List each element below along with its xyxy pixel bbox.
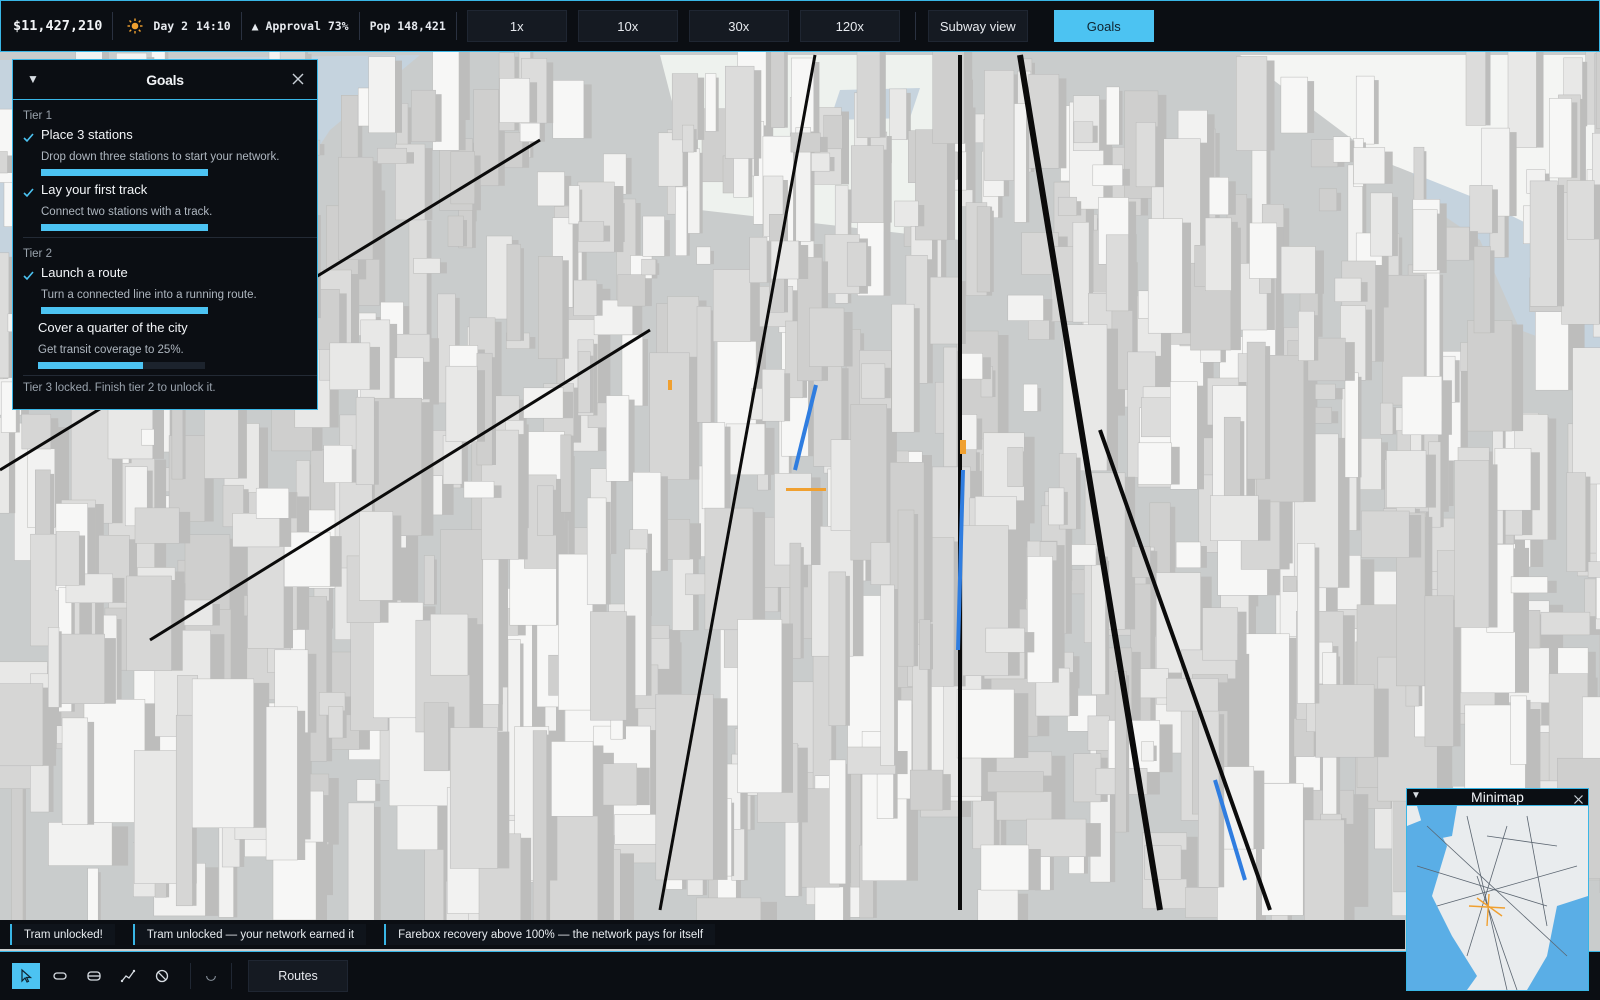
minimap-map[interactable] (1407, 806, 1588, 991)
check-icon (23, 130, 34, 143)
cursor-icon (21, 968, 33, 983)
goal-progress-fill (41, 224, 208, 231)
goal-progress-bar (41, 224, 208, 231)
subway-view-button[interactable]: Subway view (927, 10, 1028, 42)
tier-divider (23, 375, 317, 376)
speed-10x-button[interactable]: 10x (577, 10, 678, 42)
goal-title: Launch a route (41, 265, 128, 280)
notification-toast[interactable]: Farebox recovery above 100% — the networ… (384, 924, 716, 945)
goal-item: Place 3 stations Drop down three station… (23, 127, 307, 176)
depot-tool-button[interactable] (80, 963, 108, 989)
collapse-triangle-icon[interactable]: ▼ (1411, 790, 1421, 801)
check-icon (23, 268, 34, 281)
goal-progress-fill (41, 169, 208, 176)
goals-button[interactable]: Goals (1053, 10, 1154, 42)
station-icon (53, 972, 67, 980)
goal-title: Place 3 stations (41, 127, 133, 142)
tier-label: Tier 1 (23, 110, 52, 122)
speed-1x-button[interactable]: 1x (466, 10, 567, 42)
tier-label: Tier 2 (23, 248, 52, 260)
goal-progress-bar (38, 362, 205, 369)
goal-title: Lay your first track (41, 182, 148, 197)
goal-progress-fill (41, 307, 208, 314)
top-bar: $11,427,210 Day 2 14:10 ▲ Approval 73% P… (0, 0, 1600, 52)
bottom-toolbar: Routes (0, 951, 1600, 1000)
minimap-header: ▼ Minimap (1407, 789, 1588, 806)
top-bar-divider (240, 12, 242, 40)
goal-title: Cover a quarter of the city (38, 320, 188, 335)
loading-spinner-icon (197, 963, 225, 989)
tier-divider (23, 237, 317, 238)
top-bar-divider (455, 12, 457, 40)
track-tool-button[interactable] (114, 963, 142, 989)
money-display: $11,427,210 (13, 18, 103, 34)
depot-icon (87, 971, 101, 981)
close-icon[interactable] (291, 72, 305, 86)
population-display: Pop 148,421 (369, 19, 446, 33)
goal-item: Lay your first track Connect two station… (23, 182, 307, 231)
approval-display: ▲ Approval 73% (251, 19, 349, 33)
speed-120x-button[interactable]: 120x (799, 10, 900, 42)
routes-button[interactable]: Routes (248, 960, 348, 992)
goal-item: Launch a route Turn a connected line int… (23, 265, 307, 314)
minimap-title: Minimap (1471, 789, 1524, 805)
notification-toast[interactable]: Tram unlocked! (10, 924, 115, 945)
clock-display: 14:10 (196, 19, 231, 33)
demolish-tool-button[interactable] (148, 963, 176, 989)
goal-progress-bar (41, 307, 208, 314)
goals-panel: ▼ Goals Tier 1 Place 3 stations Drop dow… (12, 59, 318, 410)
goal-item: Cover a quarter of the city Get transit … (23, 320, 307, 369)
station-tool-button[interactable] (46, 963, 74, 989)
goal-description: Turn a connected line into a running rou… (41, 289, 257, 301)
check-icon (23, 185, 34, 198)
top-bar-divider (358, 12, 360, 40)
toolbar-divider (231, 963, 232, 989)
goal-progress-fill (38, 362, 144, 369)
goal-description: Connect two stations with a track. (41, 206, 213, 218)
goals-panel-header: ▼ Goals (13, 60, 317, 100)
notification-strip: Tram unlocked! Tram unlocked — your netw… (0, 920, 1405, 949)
goal-progress-bar (41, 169, 208, 176)
top-bar-divider (914, 12, 916, 40)
select-tool-button[interactable] (12, 963, 40, 989)
goal-description: Get transit coverage to 25%. (38, 344, 184, 356)
track-icon (120, 969, 136, 983)
sun-icon (127, 18, 143, 34)
locked-tier-note: Tier 3 locked. Finish tier 2 to unlock i… (23, 382, 216, 394)
goals-panel-title: Goals (146, 71, 184, 88)
prohibited-icon (155, 969, 169, 983)
collapse-triangle-icon[interactable]: ▼ (27, 72, 39, 86)
goals-list: Tier 1 Place 3 stations Drop down three … (13, 110, 317, 394)
day-display: Day 2 (153, 19, 189, 33)
speed-30x-button[interactable]: 30x (688, 10, 789, 42)
goal-description: Drop down three stations to start your n… (41, 151, 280, 163)
top-bar-divider (112, 12, 114, 40)
minimap-panel: ▼ Minimap (1406, 788, 1589, 991)
toolbar-divider (190, 963, 191, 989)
notification-toast[interactable]: Tram unlocked — your network earned it (132, 924, 367, 945)
close-icon[interactable] (1573, 792, 1584, 804)
